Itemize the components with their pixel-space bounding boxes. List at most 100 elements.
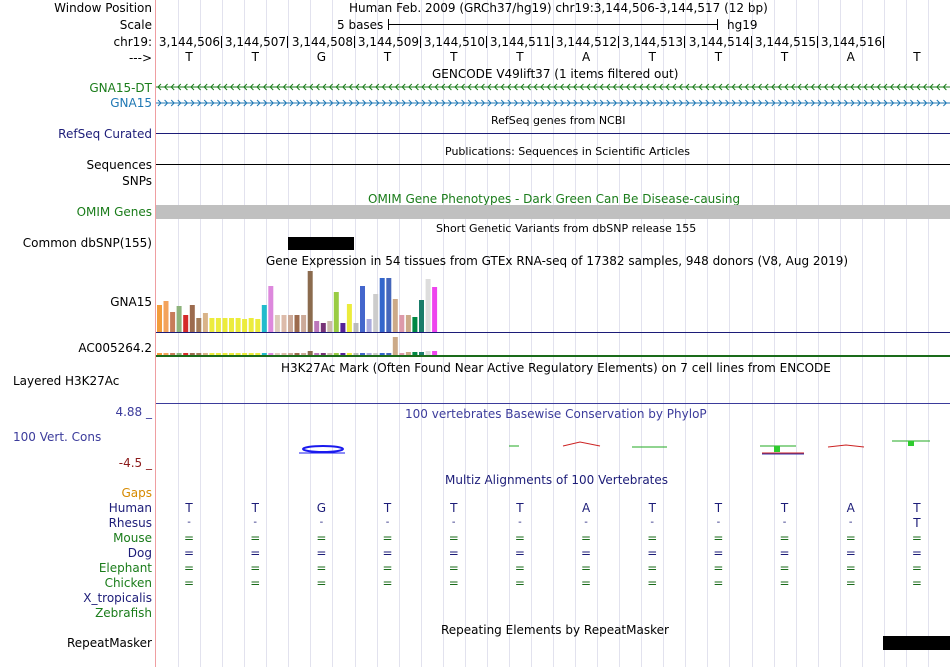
- gtex-tissue-bar[interactable]: [274, 315, 280, 332]
- ruler-position-label: 3,144,512: [555, 35, 617, 49]
- species-label-mouse[interactable]: Mouse: [0, 531, 152, 545]
- alignment-cell-mouse: =: [448, 531, 459, 545]
- species-label-elephant[interactable]: Elephant: [0, 561, 152, 575]
- gtex-tissue-bar[interactable]: [281, 315, 287, 332]
- alignment-cell-chicken: =: [514, 576, 525, 590]
- scale-bar-tick-left: [388, 19, 389, 30]
- common-dbsnp-label[interactable]: Common dbSNP(155): [0, 236, 152, 250]
- species-label-rhesus[interactable]: Rhesus: [0, 516, 152, 530]
- gtex-tissue-bar[interactable]: [327, 321, 333, 332]
- gtex-tissue-bar[interactable]: [392, 299, 398, 332]
- gtex-tissue-bar[interactable]: [248, 318, 254, 332]
- gtex-tissue-bar[interactable]: [425, 279, 431, 332]
- alignment-cell-dog: =: [911, 546, 922, 560]
- gtex-tissue-bar[interactable]: [399, 315, 405, 332]
- alignment-cell-rhesus: -: [518, 517, 522, 528]
- sequences-label[interactable]: Sequences: [0, 158, 152, 172]
- gtex-tissue-bar[interactable]: [432, 287, 438, 332]
- phylop-signal[interactable]: [156, 430, 950, 470]
- repeatmasker-element[interactable]: [883, 636, 950, 650]
- gtex-tissue-bar[interactable]: [255, 319, 261, 332]
- base-letter: A: [846, 50, 855, 64]
- gtex-tissue-bar[interactable]: [412, 317, 418, 332]
- gtex-tissue-bar[interactable]: [346, 304, 352, 332]
- gtex-tissue-bar[interactable]: [170, 312, 176, 332]
- track-data-area[interactable]: Human Feb. 2009 (GRCh37/hg19) chr19:3,14…: [156, 0, 950, 667]
- phylop-track-label[interactable]: 100 Vert. Cons: [13, 430, 153, 444]
- alignment-cell-rhesus: -: [848, 517, 853, 528]
- phylop-title: 100 vertebrates Basewise Conservation by…: [405, 407, 707, 421]
- gna15-label[interactable]: GNA15: [0, 96, 152, 110]
- alignment-cell-rhesus: -: [187, 517, 191, 528]
- ruler-position-label: 3,144,514: [688, 35, 750, 49]
- snps-label[interactable]: SNPs: [0, 174, 152, 188]
- alignment-cell-chicken: =: [581, 576, 592, 590]
- gtex-tissue-bar[interactable]: [189, 305, 195, 332]
- gtex-gna15-barchart[interactable]: [156, 268, 950, 334]
- refseq-label[interactable]: RefSeq Curated: [0, 127, 152, 141]
- gtex-tissue-bar[interactable]: [301, 315, 307, 332]
- repeatmasker-label[interactable]: RepeatMasker: [0, 636, 152, 650]
- omim-gene-bar[interactable]: [156, 205, 950, 219]
- refseq-gene-line[interactable]: [156, 133, 950, 134]
- species-label-chicken[interactable]: Chicken: [0, 576, 152, 590]
- species-label-x-tropicalis[interactable]: X_tropicalis: [0, 591, 152, 605]
- gtex-tissue-bar[interactable]: [196, 318, 202, 332]
- alignment-cell-human: T: [251, 501, 259, 515]
- chrom-label: chr19:: [113, 35, 152, 49]
- species-label-human[interactable]: Human: [0, 501, 152, 515]
- gtex-tissue-bar[interactable]: [360, 286, 365, 332]
- gtex-tissue-bar[interactable]: [373, 294, 379, 332]
- species-label-dog[interactable]: Dog: [0, 546, 152, 560]
- gtex-ac-tissue-bar[interactable]: [392, 337, 398, 355]
- species-label-zebrafish[interactable]: Zebrafish: [0, 606, 152, 620]
- gencode-gna15-transcript[interactable]: [156, 97, 950, 109]
- gtex-tissue-bar[interactable]: [419, 300, 424, 332]
- alignment-cell-dog: =: [514, 546, 525, 560]
- scale-db: hg19: [727, 18, 758, 32]
- gtex-tissue-bar[interactable]: [288, 315, 293, 332]
- gtex-tissue-bar[interactable]: [353, 323, 359, 332]
- gtex-tissue-bar[interactable]: [261, 305, 267, 332]
- gtex-tissue-bar[interactable]: [340, 323, 346, 332]
- gtex-tissue-bar[interactable]: [202, 313, 208, 332]
- base-letter: A: [581, 50, 591, 64]
- gna15-dt-label[interactable]: GNA15-DT: [0, 81, 152, 95]
- alignment-cell-rhesus: -: [319, 517, 324, 528]
- gtex-tissue-bar[interactable]: [379, 278, 385, 332]
- gtex-tissue-bar[interactable]: [163, 301, 169, 332]
- gtex-tissue-bar[interactable]: [320, 323, 326, 332]
- h3k27ac-label[interactable]: Layered H3K27Ac: [13, 374, 153, 388]
- gtex-tissue-bar[interactable]: [215, 318, 221, 332]
- scale-bar: [388, 24, 718, 25]
- gtex-tissue-bar[interactable]: [209, 318, 215, 332]
- gtex-tissue-bar[interactable]: [386, 278, 392, 332]
- gtex-tissue-bar[interactable]: [222, 318, 228, 332]
- dbsnp-variant[interactable]: [288, 237, 354, 250]
- gtex-tissue-bar[interactable]: [176, 306, 182, 332]
- gtex-tissue-bar[interactable]: [268, 286, 274, 332]
- alignment-cell-dog: =: [581, 546, 592, 560]
- gtex-tissue-bar[interactable]: [366, 319, 372, 332]
- gtex-tissue-bar[interactable]: [307, 271, 313, 332]
- gtex-tissue-bar[interactable]: [333, 292, 339, 332]
- gaps-label[interactable]: Gaps: [0, 486, 152, 500]
- publications-line[interactable]: [156, 164, 950, 165]
- gtex-tissue-bar[interactable]: [157, 305, 162, 332]
- alignment-cell-human: T: [780, 501, 789, 515]
- gtex-tissue-bar[interactable]: [405, 315, 411, 332]
- phylop-mark-6: [892, 440, 930, 446]
- gtex-title: Gene Expression in 54 tissues from GTEx …: [266, 254, 849, 268]
- gtex-tissue-bar[interactable]: [242, 319, 248, 332]
- gtex-tissue-bar[interactable]: [235, 318, 241, 332]
- gtex-tissue-bar[interactable]: [294, 315, 300, 332]
- gencode-gna15-dt-transcript[interactable]: [156, 81, 950, 93]
- omim-label[interactable]: OMIM Genes: [0, 205, 152, 219]
- gtex-ac-barchart[interactable]: [156, 335, 950, 357]
- gtex-tissue-bar[interactable]: [183, 315, 189, 332]
- phylop-min-label: -4.5 _: [118, 456, 152, 470]
- gtex-gna15-label[interactable]: GNA15: [0, 295, 152, 309]
- gtex-tissue-bar[interactable]: [229, 318, 234, 332]
- gtex-tissue-bar[interactable]: [314, 321, 320, 332]
- gtex-ac-label[interactable]: AC005264.2: [0, 341, 152, 355]
